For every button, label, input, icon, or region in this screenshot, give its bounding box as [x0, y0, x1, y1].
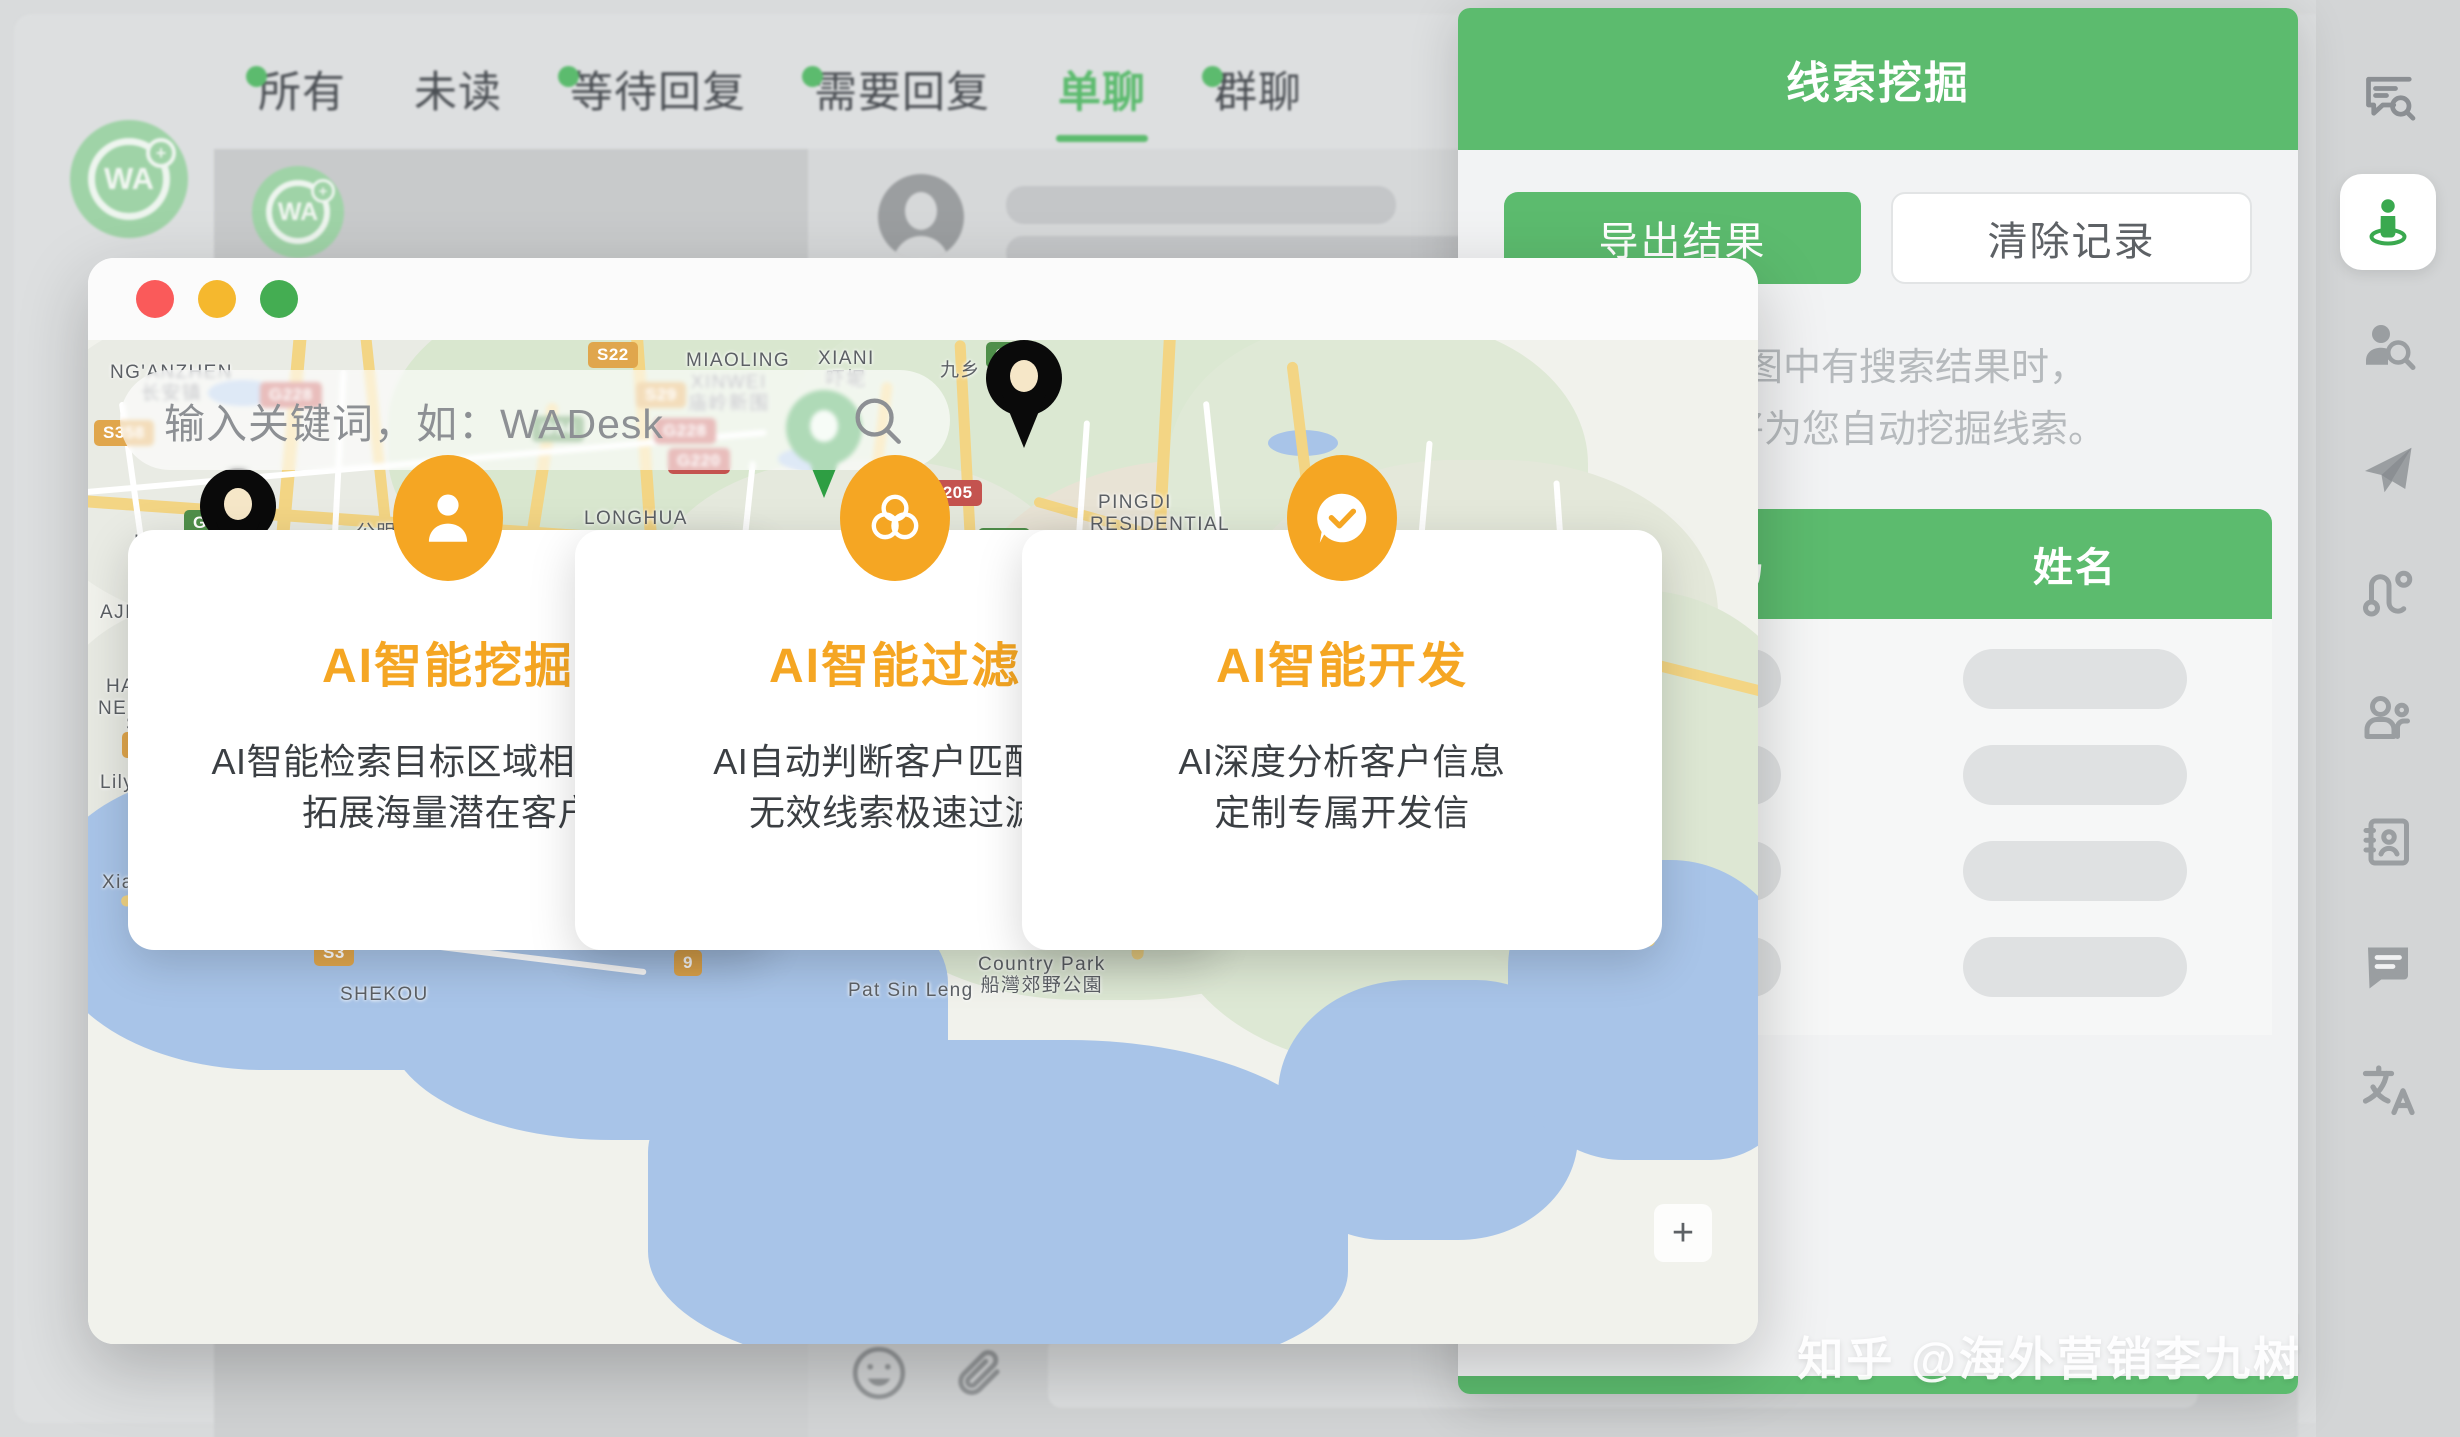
- route-shield: S22: [588, 342, 638, 368]
- watermark: 知乎 @海外营销李九树: [1797, 1333, 2302, 1385]
- unread-dot-icon: [1202, 66, 1223, 87]
- person-icon: [393, 455, 503, 581]
- map-label: 九乡: [940, 360, 981, 381]
- active-tab-underline: [1056, 135, 1148, 142]
- wadesk-logo: WA +: [70, 120, 188, 238]
- contact-card-icon: [2363, 818, 2409, 866]
- attachment-icon[interactable]: [948, 1342, 1010, 1404]
- tab-label: 单聊: [1058, 69, 1146, 117]
- route-shield: 9: [674, 950, 702, 976]
- map-label: Country Park 船灣郊野公園: [978, 954, 1106, 997]
- contact-name-placeholder: [1006, 186, 1396, 224]
- rail-item-quick-reply[interactable]: [2340, 918, 2436, 1014]
- map-label: LONGHUA: [584, 508, 688, 529]
- panel-title: 线索挖掘: [1786, 59, 1970, 108]
- tab-waiting-reply[interactable]: 等待回复: [536, 58, 780, 120]
- tab-all[interactable]: 所有: [224, 58, 380, 120]
- right-icon-rail: [2316, 0, 2460, 1437]
- rail-item-message-search[interactable]: [2340, 50, 2436, 146]
- tab-label: 未读: [414, 69, 502, 117]
- tab-label: 所有: [258, 69, 346, 117]
- lead-mining-header: 线索挖掘: [1458, 8, 2298, 150]
- tab-need-reply[interactable]: 需要回复: [780, 58, 1024, 120]
- tab-label: 群聊: [1214, 69, 1302, 117]
- avatar: [878, 174, 964, 260]
- search-icon[interactable]: [848, 391, 906, 449]
- group-people-icon: [2364, 695, 2410, 739]
- card-description: AI深度分析客户信息 定制专属开发信: [1178, 736, 1505, 838]
- card-title: AI智能过滤: [768, 640, 1021, 693]
- window-titlebar: [88, 258, 1758, 340]
- translate-icon: [2362, 1065, 2415, 1116]
- chat-bubble-icon: [2368, 947, 2408, 989]
- send-plane-icon: [2365, 447, 2412, 493]
- unread-dot-icon: [246, 66, 267, 87]
- tab-label: 需要回复: [814, 69, 990, 117]
- card-title: AI智能挖掘: [321, 640, 574, 693]
- unread-dot-icon: [558, 66, 579, 87]
- route-path-icon: [2363, 570, 2413, 617]
- map-label: MIAOLING: [686, 350, 791, 371]
- map-label: Pat Sin Leng: [848, 980, 974, 1001]
- card-title: AI智能开发: [1215, 640, 1468, 693]
- card-desc-line2: 定制专属开发信: [1214, 792, 1470, 834]
- chat-check-glyph-icon: [1317, 493, 1367, 543]
- rail-item-contact-search[interactable]: [2340, 298, 2436, 394]
- rail-item-translate[interactable]: [2340, 1042, 2436, 1138]
- tab-group-chat[interactable]: 群聊: [1180, 58, 1336, 120]
- map-search-bar[interactable]: 输入关键词，如：WADesk: [120, 370, 950, 470]
- emoji-icon[interactable]: [848, 1342, 910, 1404]
- tab-label: 等待回复: [570, 69, 746, 117]
- person-search-icon: [2366, 325, 2416, 370]
- message-search-icon: [2366, 76, 2416, 121]
- screenshot-root: 所有 未读 等待回复 需要回复 单聊 群聊 WA + WA + 线索挖掘 导出结…: [0, 0, 2460, 1437]
- rail-item-lead-mining[interactable]: [2340, 174, 2436, 270]
- close-button[interactable]: [136, 280, 174, 318]
- tab-unread[interactable]: 未读: [380, 58, 536, 120]
- feature-card-ai-development[interactable]: AI智能开发 AI深度分析客户信息 定制专属开发信: [1022, 455, 1662, 950]
- map-pin-black[interactable]: [986, 340, 1062, 448]
- logo-plus-badge: +: [146, 138, 176, 168]
- wadesk-logo-small: WA +: [252, 166, 344, 258]
- card-desc-line1: AI深度分析客户信息: [1178, 741, 1506, 782]
- logo-plus-badge: +: [311, 179, 335, 203]
- map-label: PINGDI: [1098, 492, 1172, 513]
- venn-filter-icon: [840, 455, 950, 581]
- person-glyph-icon: [428, 494, 468, 542]
- rail-item-groups[interactable]: [2340, 670, 2436, 766]
- rail-item-contacts[interactable]: [2340, 794, 2436, 890]
- tab-single-chat[interactable]: 单聊: [1024, 58, 1180, 142]
- clear-records-button[interactable]: 清除记录: [1891, 192, 2252, 284]
- minimize-button[interactable]: [198, 280, 236, 318]
- rail-item-bulk-send[interactable]: [2340, 422, 2436, 518]
- column-header-name: 姓名: [2033, 546, 2117, 591]
- map-label: SHEKOU: [340, 984, 429, 1005]
- maximize-button[interactable]: [260, 280, 298, 318]
- venn-glyph-icon: [871, 494, 919, 540]
- map-zoom-in-button[interactable]: +: [1654, 1204, 1712, 1262]
- unread-dot-icon: [802, 66, 823, 87]
- map-search-input[interactable]: 输入关键词，如：WADesk: [164, 390, 664, 450]
- rail-item-workflow[interactable]: [2340, 546, 2436, 642]
- person-location-icon: [2369, 199, 2407, 246]
- chat-check-icon: [1287, 455, 1397, 581]
